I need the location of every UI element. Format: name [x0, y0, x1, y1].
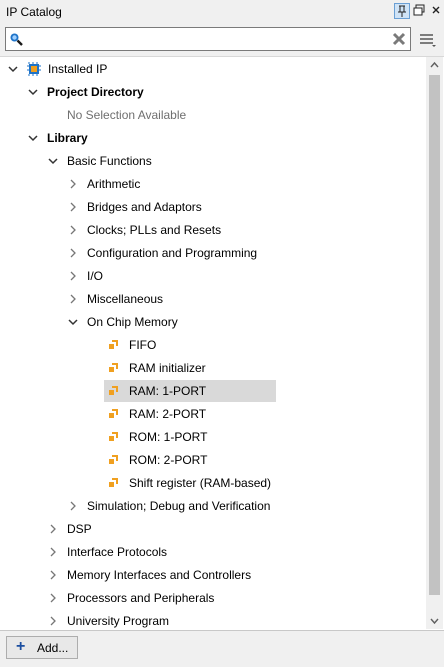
add-button-label: Add...: [37, 641, 69, 655]
chevron-right-icon[interactable]: [68, 501, 78, 511]
tree-label: ROM: 1-PORT: [129, 430, 208, 444]
tree-item-io[interactable]: I/O: [0, 265, 420, 287]
plus-icon: +: [16, 638, 26, 655]
tree-label: RAM: 1-PORT: [129, 384, 207, 398]
installed-ip-icon: [27, 62, 41, 76]
tree-label: Project Directory: [47, 85, 144, 99]
chevron-down-icon[interactable]: [8, 64, 18, 74]
ip-core-icon: [109, 409, 118, 418]
ip-core-icon: [109, 386, 118, 395]
search-input[interactable]: [5, 27, 411, 51]
chevron-right-icon[interactable]: [68, 179, 78, 189]
tree-label: No Selection Available: [67, 108, 187, 122]
tree-label: Processors and Peripherals: [67, 591, 215, 605]
ip-core-icon: [109, 340, 118, 349]
ip-item-rom-1-port[interactable]: ROM: 1-PORT: [0, 426, 420, 448]
tree-item-installed-ip[interactable]: Installed IP: [0, 58, 420, 80]
chevron-right-icon[interactable]: [68, 271, 78, 281]
ip-item-ram-initializer[interactable]: RAM initializer: [0, 357, 420, 379]
tree-label: RAM: 2-PORT: [129, 407, 207, 421]
tree-label: Memory Interfaces and Controllers: [67, 568, 252, 582]
tree-item-processors[interactable]: Processors and Peripherals: [0, 587, 420, 609]
chevron-down-icon[interactable]: [48, 156, 58, 166]
close-icon[interactable]: [428, 3, 444, 19]
ip-item-ram-1-port[interactable]: RAM: 1-PORT: [0, 380, 420, 402]
chevron-right-icon[interactable]: [48, 547, 58, 557]
scrollbar-thumb[interactable]: [429, 75, 440, 595]
tree-label: I/O: [87, 269, 104, 283]
ip-catalog-tree: Installed IP Project Directory No Select…: [0, 56, 444, 630]
tree-label: Clocks; PLLs and Resets: [87, 223, 222, 237]
tree-item-configuration[interactable]: Configuration and Programming: [0, 242, 420, 264]
tree-label: Simulation; Debug and Verification: [87, 499, 271, 513]
tree-item-dsp[interactable]: DSP: [0, 518, 420, 540]
panel-title: IP Catalog: [6, 5, 62, 19]
tree-label: DSP: [67, 522, 92, 536]
tree-item-memory-interfaces[interactable]: Memory Interfaces and Controllers: [0, 564, 420, 586]
chevron-right-icon[interactable]: [68, 248, 78, 258]
chevron-right-icon[interactable]: [48, 570, 58, 580]
float-window-icon[interactable]: [411, 3, 427, 19]
tree-item-clocks[interactable]: Clocks; PLLs and Resets: [0, 219, 420, 241]
tree-item-project-directory[interactable]: Project Directory: [0, 81, 420, 103]
tree-label: University Program: [67, 614, 170, 628]
ip-item-fifo[interactable]: FIFO: [0, 334, 420, 356]
tree-item-miscellaneous[interactable]: Miscellaneous: [0, 288, 420, 310]
ip-core-icon: [109, 478, 118, 487]
tree-item-interface-protocols[interactable]: Interface Protocols: [0, 541, 420, 563]
ip-item-rom-2-port[interactable]: ROM: 2-PORT: [0, 449, 420, 471]
chevron-right-icon[interactable]: [48, 593, 58, 603]
tree-item-library[interactable]: Library: [0, 127, 420, 149]
tree-item-basic-functions[interactable]: Basic Functions: [0, 150, 420, 172]
chevron-right-icon[interactable]: [68, 294, 78, 304]
tree-label: Library: [47, 131, 88, 145]
panel-titlebar: IP Catalog: [0, 0, 444, 24]
tree-item-on-chip-memory[interactable]: On Chip Memory: [0, 311, 420, 333]
chevron-right-icon[interactable]: [48, 524, 58, 534]
ip-item-shift-register[interactable]: Shift register (RAM-based): [0, 472, 420, 494]
tree-label: Shift register (RAM-based): [129, 476, 272, 490]
tree-label: RAM initializer: [129, 361, 206, 375]
chevron-down-icon[interactable]: [28, 133, 38, 143]
menu-icon[interactable]: [418, 32, 436, 48]
tree-label: Interface Protocols: [67, 545, 168, 559]
tree-item-university-program[interactable]: University Program: [0, 610, 420, 630]
chevron-right-icon[interactable]: [68, 225, 78, 235]
tree-item-no-selection: No Selection Available: [0, 104, 420, 126]
vertical-scrollbar[interactable]: [426, 57, 443, 629]
chevron-right-icon[interactable]: [48, 616, 58, 626]
tree-item-bridges[interactable]: Bridges and Adaptors: [0, 196, 420, 218]
chevron-right-icon[interactable]: [68, 202, 78, 212]
add-button[interactable]: + Add...: [6, 636, 78, 659]
tree-label: Bridges and Adaptors: [87, 200, 202, 214]
tree-label: Installed IP: [48, 62, 108, 76]
ip-core-icon: [109, 363, 118, 372]
tree-label: Basic Functions: [67, 154, 152, 168]
ip-item-ram-2-port[interactable]: RAM: 2-PORT: [0, 403, 420, 425]
scroll-up-icon[interactable]: [426, 57, 443, 74]
search-icon: [10, 33, 23, 46]
clear-search-icon[interactable]: [391, 31, 407, 47]
ip-core-icon: [109, 455, 118, 464]
scroll-down-icon[interactable]: [426, 612, 443, 629]
chevron-down-icon[interactable]: [28, 87, 38, 97]
tree-item-simulation[interactable]: Simulation; Debug and Verification: [0, 495, 420, 517]
tree-label: FIFO: [129, 338, 157, 352]
tree-label: Arithmetic: [87, 177, 141, 191]
pin-icon[interactable]: [394, 3, 410, 19]
tree-label: Miscellaneous: [87, 292, 164, 306]
search-row: [0, 24, 444, 56]
bottom-toolbar: + Add...: [0, 630, 444, 667]
tree-label: ROM: 2-PORT: [129, 453, 208, 467]
tree-item-arithmetic[interactable]: Arithmetic: [0, 173, 420, 195]
tree-label: Configuration and Programming: [87, 246, 258, 260]
chevron-down-icon[interactable]: [68, 317, 78, 327]
ip-core-icon: [109, 432, 118, 441]
tree-label: On Chip Memory: [87, 315, 178, 329]
